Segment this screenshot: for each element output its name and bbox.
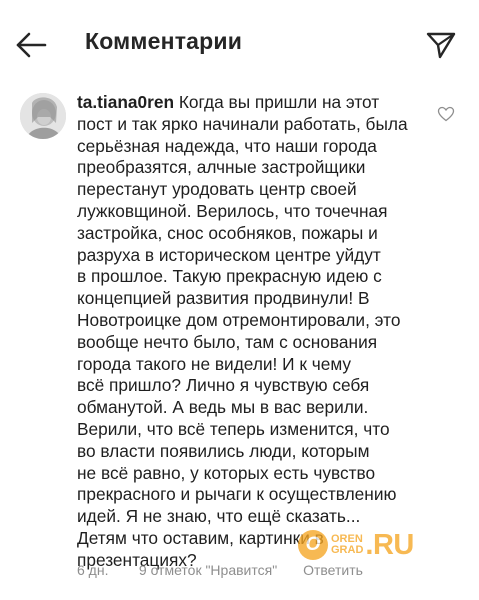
comment-line: прекрасного и рычаги к осуществлению (77, 484, 397, 505)
comment-line: перестанут уродовать центр своей (77, 179, 357, 200)
comment-line: преобразятся, алчные застройщики (77, 157, 366, 178)
comment-line: всё пришло? Лично я чувствую себя (77, 375, 370, 396)
share-button[interactable] (425, 30, 457, 60)
site-watermark: О OREN GRAD .RU (298, 527, 414, 563)
reply-button[interactable]: Ответить (303, 562, 363, 578)
comment-meta: 6 дн. 9 отметок "Нравится" Ответить (77, 562, 363, 578)
like-button[interactable] (437, 106, 455, 122)
comment-line: Новотроицке дом отремонтировали, это (77, 309, 401, 330)
avatar[interactable] (20, 93, 66, 139)
comment-line: не всё равно, у которых есть чувство (77, 462, 376, 483)
likes-count-link[interactable]: 9 отметок "Нравится" (139, 562, 277, 578)
back-button[interactable] (14, 30, 48, 60)
comment-line: города такого не видели! И к чему (77, 353, 352, 374)
avatar-photo (20, 93, 66, 139)
watermark-small-text: OREN GRAD (331, 534, 363, 556)
comment-line: обманутой. А ведь мы в вас верили. (77, 397, 369, 418)
comment-line: во власти появились люди, которым (77, 440, 370, 461)
comment-line: вообще нечто было, там с основания (77, 331, 378, 352)
comment-line: Верили, что всё теперь изменится, что (77, 418, 390, 439)
comment-username[interactable]: ta.tiana0ren (77, 92, 174, 112)
comment-line: серьёзная надежда, что наши города (77, 135, 377, 156)
comment-line: застройка, снос особняков, пожары и (77, 222, 378, 243)
comment-first-line: ta.tiana0ren Когда вы пришли на этот (77, 92, 422, 114)
watermark-domain: .RU (365, 528, 414, 561)
heart-outline-icon (437, 106, 455, 122)
comment-line: в прошлое. Такую прекрасную идею с (77, 266, 382, 287)
top-bar: Комментарии (0, 0, 479, 78)
arrow-left-icon (16, 32, 47, 58)
watermark-logo-circle: О (298, 530, 328, 560)
comment-time: 6 дн. (77, 562, 109, 578)
watermark-bottom: GRAD (331, 544, 364, 556)
comment-line: Когда вы пришли на этот (174, 92, 380, 112)
comment-text: ta.tiana0ren Когда вы пришли на этот пос… (77, 92, 422, 572)
send-paper-plane-icon (426, 32, 456, 59)
comment-line: разруха в историческом центре уйдут (77, 244, 381, 265)
comment-line: концепцией развития продвинули! В (77, 288, 370, 309)
page-title: Комментарии (85, 28, 243, 54)
comment-line: лужковщиной. Верилось, что точечная (77, 200, 388, 221)
comment-line: идей. Я не знаю, что ещё сказать... (77, 506, 361, 527)
comment-line: пост и так ярко начинали работать, была (77, 113, 408, 134)
